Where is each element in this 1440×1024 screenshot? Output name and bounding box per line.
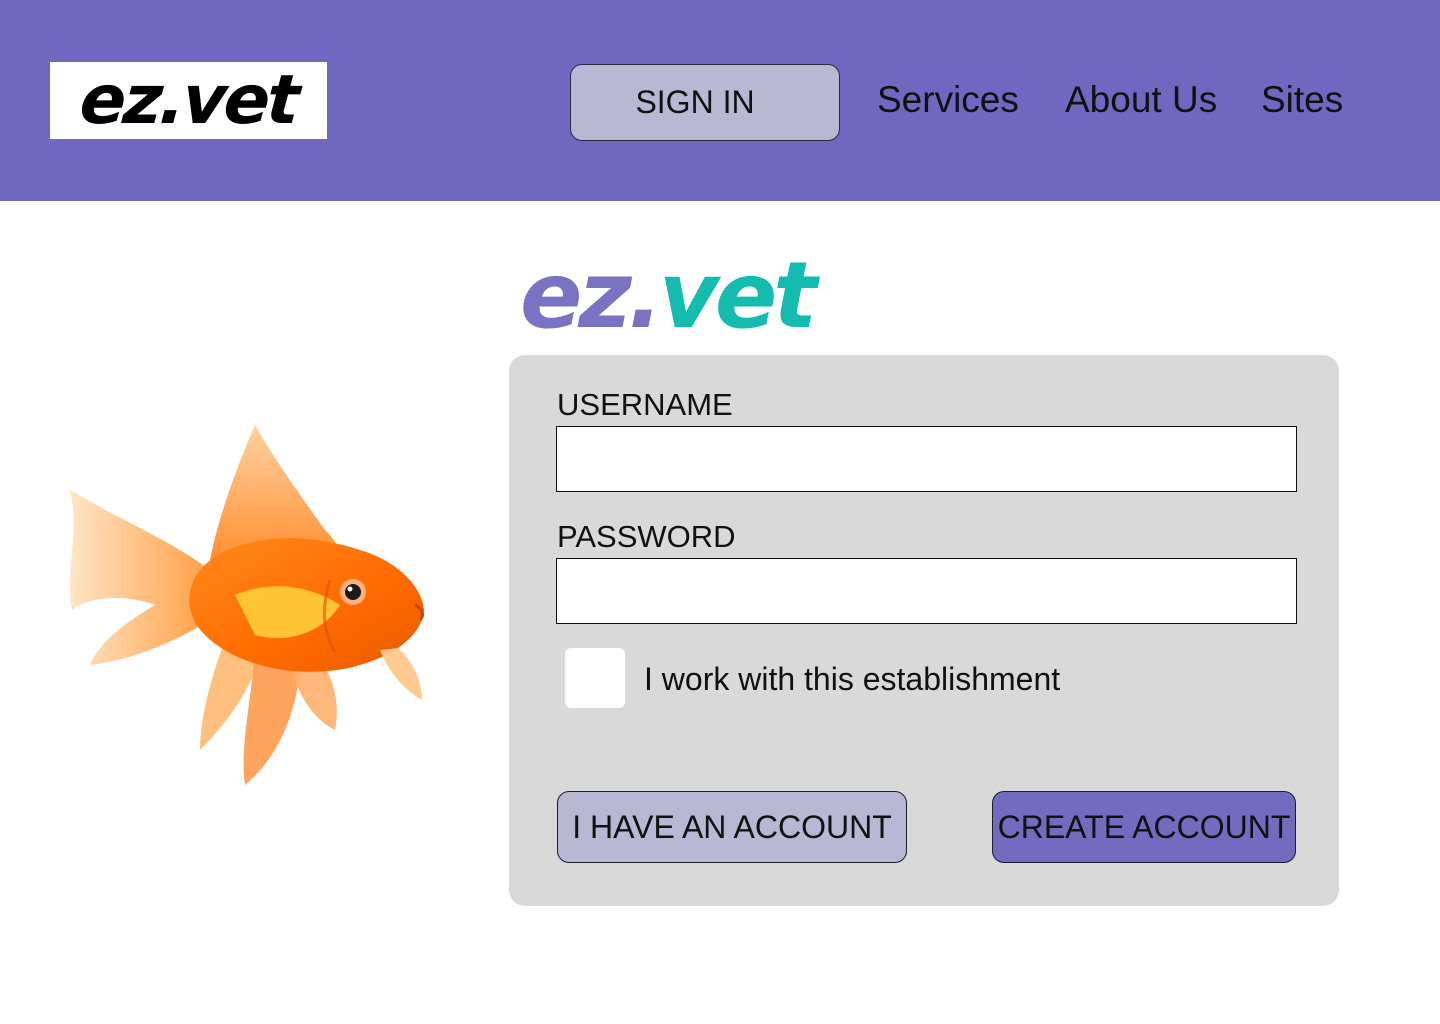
sign-in-button[interactable]: SIGN IN xyxy=(570,64,840,141)
brand-logo-part2: vet xyxy=(658,242,817,349)
nav-link-sites[interactable]: Sites xyxy=(1261,78,1343,122)
brand-logo-part1: ez. xyxy=(520,242,663,349)
header-logo-text: ez.vet xyxy=(77,62,300,139)
create-account-button[interactable]: CREATE ACCOUNT xyxy=(992,791,1296,863)
goldfish-illustration xyxy=(60,420,430,790)
header-logo[interactable]: ez.vet xyxy=(50,62,327,139)
have-account-button[interactable]: I HAVE AN ACCOUNT xyxy=(557,791,907,863)
establishment-checkbox[interactable] xyxy=(565,648,625,708)
nav-link-about-us[interactable]: About Us xyxy=(1065,78,1217,122)
password-input[interactable] xyxy=(556,558,1297,624)
password-label: PASSWORD xyxy=(557,519,736,554)
username-label: USERNAME xyxy=(557,387,733,422)
nav-link-services[interactable]: Services xyxy=(877,78,1019,122)
goldfish-icon xyxy=(70,425,424,785)
brand-logo: ez.vet xyxy=(520,250,817,342)
establishment-checkbox-label[interactable]: I work with this establishment xyxy=(644,660,1060,698)
sign-up-form: USERNAME PASSWORD I work with this estab… xyxy=(509,355,1339,906)
username-input[interactable] xyxy=(556,426,1297,492)
site-header: ez.vet SIGN IN Services About Us Sites xyxy=(0,0,1440,201)
